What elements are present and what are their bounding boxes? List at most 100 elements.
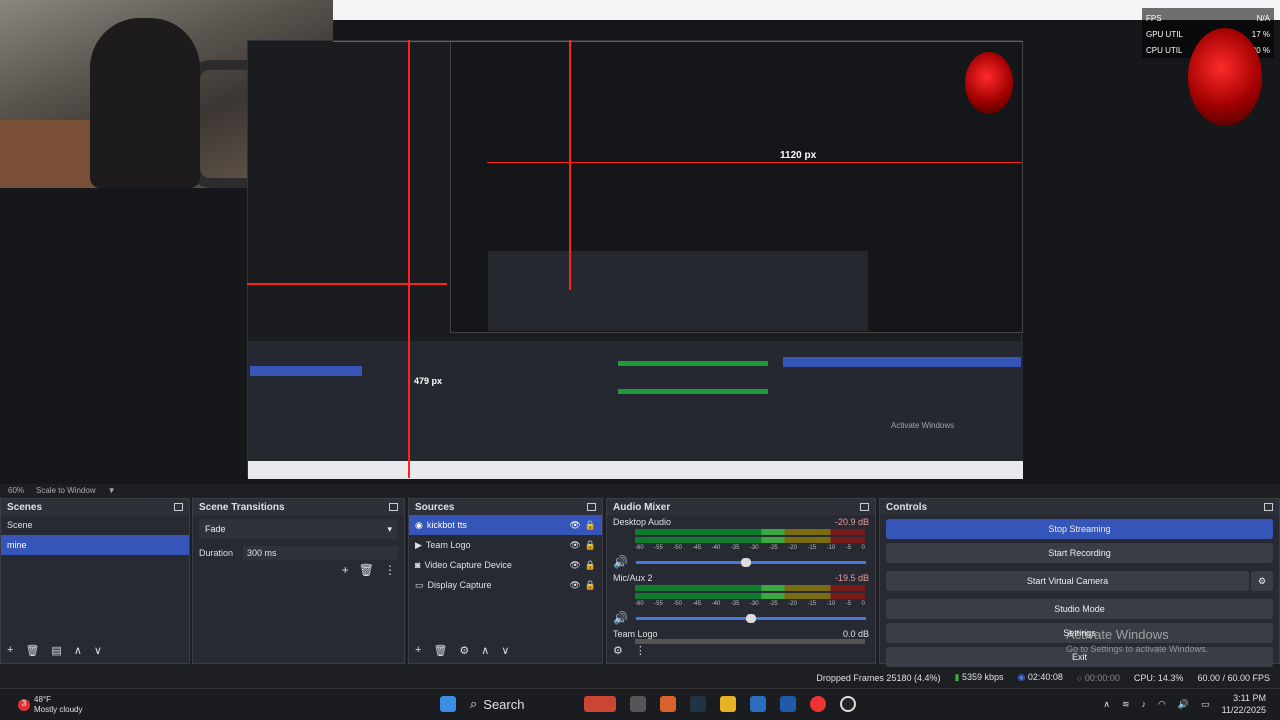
slider-handle[interactable] <box>740 557 751 567</box>
track-name: Desktop Audio <box>613 517 672 527</box>
tray-chevron-icon[interactable]: ∧ <box>1103 699 1110 710</box>
transitions-title: Scene Transitions <box>199 501 285 513</box>
source-item[interactable]: ▶ Team Logo 👁 🔒 <box>409 535 602 555</box>
eye-icon[interactable]: 👁 <box>569 560 580 571</box>
more-icon[interactable]: ⋮ <box>384 563 396 577</box>
filter-icon[interactable]: ▤ <box>51 644 61 657</box>
link-icon[interactable]: ⚙ <box>613 644 623 657</box>
obs-icon[interactable] <box>840 696 856 712</box>
add-icon[interactable]: + <box>342 563 349 577</box>
volume-meter <box>635 593 865 599</box>
undock-icon[interactable] <box>389 503 398 511</box>
undock-icon[interactable] <box>174 503 183 511</box>
scale-mode[interactable]: Scale to Window <box>36 486 96 495</box>
clock-time: 3:11 PM <box>1233 693 1266 703</box>
record-icon: ○ <box>1076 672 1083 683</box>
gear-icon[interactable]: ⚙ <box>459 644 469 657</box>
source-item[interactable]: ◙ Video Capture Device 👁 🔒 <box>409 555 602 575</box>
add-icon[interactable]: + <box>7 644 13 657</box>
source-item[interactable]: ◉ kickbot tts 👁 🔒 <box>409 515 602 535</box>
stop-streaming-button[interactable]: Stop Streaming <box>886 519 1273 539</box>
chevron-down-icon[interactable]: ▼ <box>108 486 116 495</box>
transition-select[interactable]: Fade ▾ <box>199 519 398 539</box>
weather-temp: 48°F <box>34 694 51 704</box>
rec-time-value: 00:00:00 <box>1084 672 1120 683</box>
speaker-icon[interactable]: 🔊 <box>613 611 628 625</box>
scenes-dock: Scenes Scene mine + 🗑 ▤ ∧ ∨ <box>0 498 190 664</box>
lock-icon[interactable]: 🔒 <box>585 540 596 551</box>
cpu-label: CPU UTIL <box>1146 45 1183 55</box>
steam-icon[interactable] <box>690 696 706 712</box>
windows-taskbar: 3 48°F Mostly cloudy ⌕ Search ∧ ≋ ♪ ◠ 🔊 ▭… <box>0 688 1280 720</box>
controls-dock: Controls Stop Streaming Start Recording … <box>879 498 1280 667</box>
taskbar-search[interactable]: ⌕ Search <box>470 696 570 712</box>
duration-field[interactable]: 300 ms <box>243 546 398 560</box>
copilot-icon[interactable] <box>660 696 676 712</box>
battery-icon[interactable]: ▭ <box>1201 699 1210 710</box>
speaker-icon[interactable]: 🔊 <box>613 555 628 569</box>
lock-icon[interactable]: 🔒 <box>585 560 596 571</box>
gpu-label: GPU UTIL <box>1146 29 1183 39</box>
search-icon: ⌕ <box>470 696 478 711</box>
measure-label-479: 479 px <box>414 376 443 386</box>
slider-handle[interactable] <box>745 613 756 623</box>
undock-icon[interactable] <box>587 503 596 511</box>
eye-icon[interactable]: 👁 <box>569 520 580 531</box>
volume-icon[interactable]: 🔊 <box>1178 699 1189 710</box>
nested-activate-text: Activate Windows <box>891 421 955 430</box>
trash-icon[interactable]: 🗑 <box>359 563 374 577</box>
start-virtual-camera-button[interactable]: Start Virtual Camera <box>886 571 1249 591</box>
volume-meter <box>635 537 865 543</box>
trash-icon[interactable]: 🗑 <box>25 644 39 657</box>
studio-mode-button[interactable]: Studio Mode <box>886 599 1273 619</box>
gear-icon[interactable]: ⚙ <box>1251 571 1273 591</box>
chrome-icon[interactable] <box>810 696 826 712</box>
source-label: Team Logo <box>425 540 471 550</box>
move-up-icon[interactable]: ∧ <box>481 644 489 657</box>
network-icon[interactable]: ≋ <box>1122 699 1130 710</box>
eye-icon[interactable]: 👁 <box>569 540 580 551</box>
search-highlight-icon <box>584 696 616 712</box>
task-view-icon[interactable] <box>630 696 646 712</box>
windows-start-icon[interactable] <box>440 696 456 712</box>
start-recording-button[interactable]: Start Recording <box>886 543 1273 563</box>
capture-top-bar <box>333 0 1280 20</box>
undock-icon[interactable] <box>860 503 869 511</box>
measure-line-h <box>247 283 447 285</box>
clock[interactable]: 3:11 PM 11/22/2025 <box>1222 692 1266 716</box>
eye-icon[interactable]: 👁 <box>569 580 580 591</box>
scene-item-selected[interactable]: mine <box>1 535 189 555</box>
undock-icon[interactable] <box>1264 503 1273 511</box>
signal-icon: ▮ <box>954 672 960 682</box>
trash-icon[interactable]: 🗑 <box>433 644 447 657</box>
more-icon[interactable]: ⋮ <box>635 644 646 657</box>
controls-title: Controls <box>886 501 928 513</box>
source-label: Display Capture <box>427 580 492 590</box>
audio-track: Mic/Aux 2 -19.5 dB -60 -55 -50 -45 -40 -35 -30-… <box>607 571 875 627</box>
fps-value: N/A <box>1256 13 1270 23</box>
webcam-person <box>90 18 200 188</box>
mic-icon[interactable]: ♪ <box>1142 699 1147 709</box>
lock-icon[interactable]: 🔒 <box>585 580 596 591</box>
move-down-icon[interactable]: ∨ <box>94 644 102 657</box>
source-item[interactable]: ▭ Display Capture 👁 🔒 <box>409 575 602 595</box>
add-icon[interactable]: + <box>415 644 421 657</box>
scenes-title: Scenes <box>7 501 43 513</box>
store-icon[interactable] <box>780 696 796 712</box>
mail-icon[interactable] <box>750 696 766 712</box>
zoom-value[interactable]: 60% <box>8 486 24 495</box>
lock-icon[interactable]: 🔒 <box>585 520 596 531</box>
folder-icon[interactable] <box>720 696 736 712</box>
measure-line-v2 <box>569 40 571 290</box>
weather-widget[interactable]: 3 48°F Mostly cloudy <box>0 695 120 715</box>
move-up-icon[interactable]: ∧ <box>74 644 82 657</box>
wifi-icon[interactable]: ◠ <box>1158 699 1166 710</box>
bitrate: ▮ 5359 kbps <box>954 672 1003 683</box>
move-down-icon[interactable]: ∨ <box>501 644 509 657</box>
volume-slider[interactable] <box>635 613 866 623</box>
scene-item[interactable]: Scene <box>1 515 189 535</box>
measure-line-v <box>408 40 410 478</box>
volume-slider[interactable] <box>635 557 866 567</box>
track-db: -20.9 dB <box>834 517 869 527</box>
stream-time-value: 02:40:08 <box>1027 672 1063 682</box>
